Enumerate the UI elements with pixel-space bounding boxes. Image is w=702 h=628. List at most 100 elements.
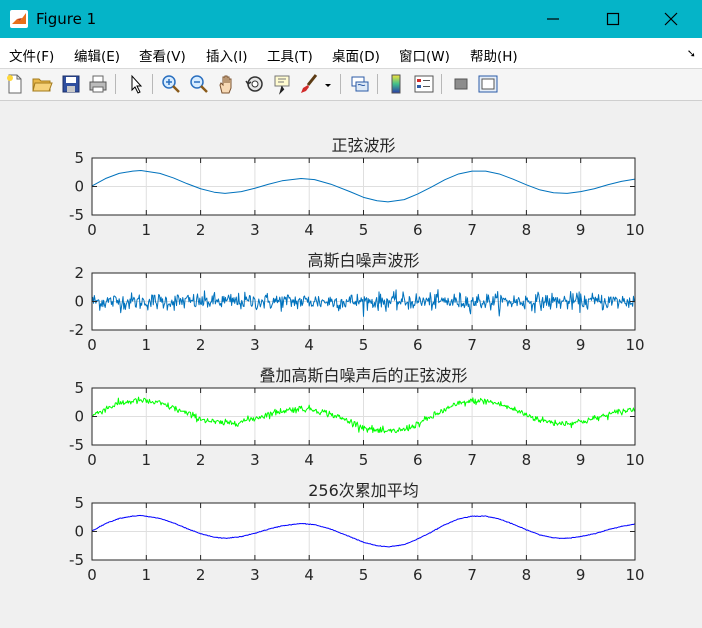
subplot-1[interactable]: 0 1 2 3 4 5 6 7 8 9 1050-5正弦波形 [69, 136, 645, 239]
menu-window[interactable]: 窗口(W) [399, 45, 450, 65]
x-tick-label: 0 [87, 221, 97, 239]
y-tick-label: 5 [74, 494, 84, 512]
link-plot-icon[interactable] [349, 73, 371, 95]
x-tick-label: 10 [625, 336, 644, 354]
y-tick-label: 5 [74, 379, 84, 397]
x-tick-label: 4 [304, 336, 314, 354]
menu-desktop[interactable]: 桌面(D) [332, 45, 380, 65]
maximize-button[interactable] [590, 0, 636, 38]
menu-file[interactable]: 文件(F) [9, 45, 54, 65]
x-tick-label: 8 [522, 566, 532, 584]
subplot-4[interactable]: 0 1 2 3 4 5 6 7 8 9 1050-5256次累加平均 [69, 481, 645, 584]
colorbar-icon[interactable] [385, 73, 407, 95]
open-file-icon[interactable] [31, 73, 53, 95]
x-tick-label: 3 [250, 451, 260, 469]
x-tick-label: 2 [196, 451, 206, 469]
menu-tools[interactable]: 工具(T) [267, 45, 313, 65]
x-tick-label: 7 [467, 221, 477, 239]
zoom-in-icon[interactable] [160, 73, 182, 95]
data-cursor-icon[interactable] [272, 73, 294, 95]
x-tick-label: 1 [142, 566, 152, 584]
subplot-2[interactable]: 0 1 2 3 4 5 6 7 8 9 1020-2高斯白噪声波形 [69, 251, 645, 354]
legend-icon[interactable] [413, 73, 435, 95]
show-plot-tools-icon[interactable] [477, 73, 499, 95]
x-tick-label: 3 [250, 336, 260, 354]
window-titlebar[interactable]: Figure 1 [0, 0, 702, 38]
x-tick-label: 2 [196, 336, 206, 354]
subplot-title: 正弦波形 [331, 136, 395, 155]
x-tick-label: 3 [250, 566, 260, 584]
x-tick-label: 9 [576, 566, 586, 584]
x-tick-label: 8 [522, 451, 532, 469]
x-tick-label: 4 [304, 451, 314, 469]
subplot-title: 高斯白噪声波形 [307, 251, 419, 270]
x-tick-label: 10 [625, 221, 644, 239]
x-tick-label: 7 [467, 451, 477, 469]
x-tick-label: 7 [467, 566, 477, 584]
minimize-icon [547, 18, 559, 20]
menu-bar: 文件(F) 编辑(E) 查看(V) 插入(I) 工具(T) 桌面(D) 窗口(W… [0, 38, 702, 69]
menu-insert[interactable]: 插入(I) [206, 45, 248, 65]
x-tick-label: 9 [576, 221, 586, 239]
y-tick-label: -5 [69, 551, 84, 569]
x-tick-label: 6 [413, 451, 423, 469]
y-tick-label: 5 [74, 149, 84, 167]
x-tick-label: 1 [142, 336, 152, 354]
x-tick-label: 0 [87, 336, 97, 354]
print-icon[interactable] [87, 73, 109, 95]
toolbar-separator [115, 74, 116, 94]
x-tick-label: 9 [576, 451, 586, 469]
menu-help[interactable]: 帮助(H) [470, 45, 518, 65]
x-tick-label: 4 [304, 566, 314, 584]
pan-hand-icon[interactable] [216, 73, 238, 95]
x-tick-label: 2 [196, 221, 206, 239]
figure-toolbar [0, 69, 702, 101]
x-tick-label: 8 [522, 336, 532, 354]
figure-canvas[interactable]: 0 1 2 3 4 5 6 7 8 9 10 5 0 -5 正弦波形 0 1 2 3 4 5 6 7 8 9 10 2 0 -2 高斯白噪… [0, 101, 702, 628]
y-tick-label: -5 [69, 206, 84, 224]
x-tick-label: 6 [413, 221, 423, 239]
x-tick-label: 3 [250, 221, 260, 239]
x-tick-label: 10 [625, 451, 644, 469]
zoom-out-icon[interactable] [188, 73, 210, 95]
x-tick-label: 1 [142, 451, 152, 469]
x-tick-label: 5 [359, 221, 369, 239]
matlab-figure-icon [10, 10, 28, 28]
x-tick-label: 9 [576, 336, 586, 354]
window-title: Figure 1 [36, 10, 97, 28]
dock-arrow-icon[interactable]: ➘ [687, 47, 696, 60]
close-icon [664, 12, 678, 26]
subplot-grid: 0 1 2 3 4 5 6 7 8 9 1050-5正弦波形0 1 2 3 4 5 6 7 8 9 1020-2高斯白噪… [69, 136, 645, 584]
new-figure-icon[interactable] [4, 73, 26, 95]
toolbar-separator [441, 74, 442, 94]
x-tick-label: 6 [413, 336, 423, 354]
minimize-button[interactable] [530, 0, 576, 38]
subplot-title: 叠加高斯白噪声后的正弦波形 [259, 366, 467, 385]
x-tick-label: 5 [359, 566, 369, 584]
brush-icon[interactable] [298, 73, 320, 95]
x-tick-label: 6 [413, 566, 423, 584]
y-tick-label: 0 [74, 408, 84, 426]
close-button[interactable] [648, 0, 694, 38]
toolbar-separator [340, 74, 341, 94]
x-tick-label: 1 [142, 221, 152, 239]
subplot-3[interactable]: 0 1 2 3 4 5 6 7 8 9 1050-5叠加高斯白噪声后的正弦波形 [69, 366, 645, 469]
y-tick-label: -5 [69, 436, 84, 454]
menu-view[interactable]: 查看(V) [139, 45, 186, 65]
y-tick-label: 0 [74, 293, 84, 311]
maximize-icon [606, 12, 620, 26]
toolbar-separator [377, 74, 378, 94]
x-tick-label: 5 [359, 451, 369, 469]
toolbar-separator [152, 74, 153, 94]
menu-edit[interactable]: 编辑(E) [74, 45, 120, 65]
save-icon[interactable] [60, 73, 82, 95]
x-tick-label: 5 [359, 336, 369, 354]
y-tick-label: 0 [74, 523, 84, 541]
rotate-3d-icon[interactable] [244, 73, 266, 95]
x-tick-label: 8 [522, 221, 532, 239]
edit-plot-arrow-icon[interactable] [125, 73, 147, 95]
brush-dropdown-icon[interactable] [322, 73, 334, 95]
x-tick-label: 2 [196, 566, 206, 584]
hide-plot-tools-icon[interactable] [450, 73, 472, 95]
subplot-title: 256次累加平均 [308, 481, 419, 500]
